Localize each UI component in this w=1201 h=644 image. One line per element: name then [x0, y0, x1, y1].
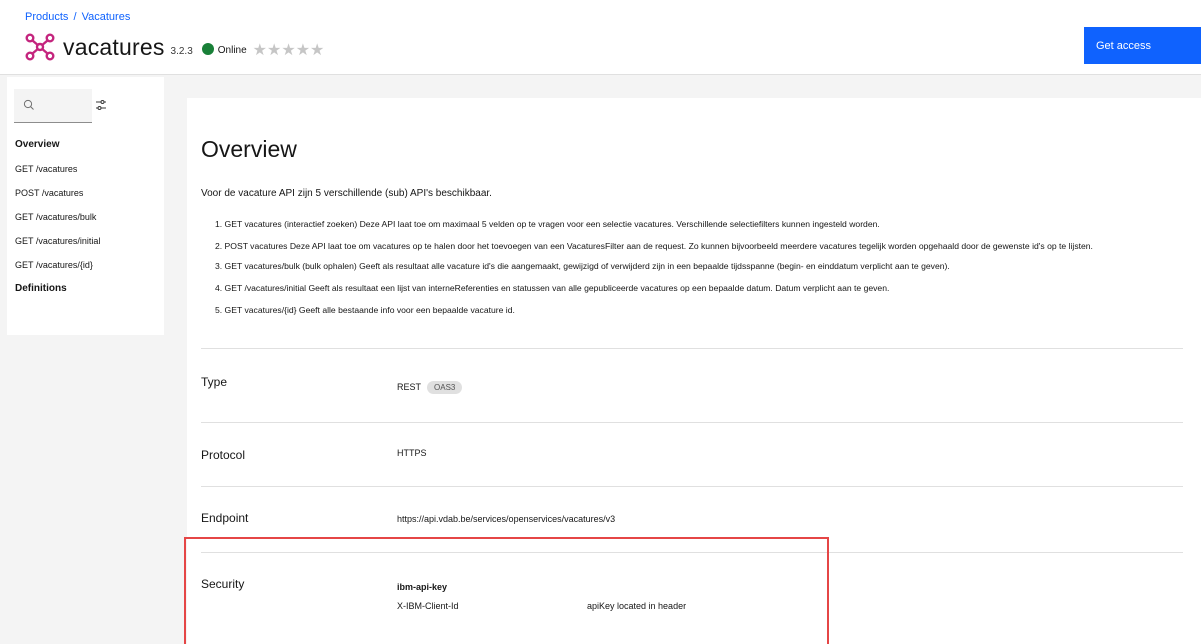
sidebar-item-get-vacatures-id[interactable]: GET /vacatures/{id}: [15, 259, 100, 283]
protocol-label: Protocol: [201, 448, 246, 462]
sidebar-item-overview[interactable]: Overview: [15, 139, 100, 163]
breadcrumb: Products / Vacatures: [25, 11, 130, 23]
search-input[interactable]: [14, 89, 92, 123]
status-text: Online: [217, 45, 247, 56]
sidebar-item-definitions[interactable]: Definitions: [15, 283, 100, 307]
protocol-value: HTTPS: [397, 448, 427, 458]
filter-icon[interactable]: [95, 99, 107, 111]
endpoint-row: Endpoint https://api.vdab.be/services/op…: [201, 486, 1183, 550]
list-item: 3. GET vacatures/bulk (bulk ophalen) Gee…: [215, 261, 950, 271]
type-value: REST OAS3: [397, 381, 463, 394]
rating-stars[interactable]: ★★★★★: [253, 40, 325, 59]
list-item: 4. GET /vacatures/initial Geeft als resu…: [215, 283, 890, 293]
sidebar-item-get-vacatures-initial[interactable]: GET /vacatures/initial: [15, 235, 100, 259]
list-item: 2. POST vacatures Deze API laat toe om v…: [215, 241, 1093, 251]
get-access-button[interactable]: Get access: [1084, 27, 1201, 64]
sidebar-item-post-vacatures[interactable]: POST /vacatures: [15, 187, 100, 211]
status-dot-icon: [201, 43, 214, 55]
breadcrumb-separator: /: [73, 11, 77, 23]
security-scheme: ibm-api-key: [397, 582, 448, 592]
header: Products / Vacatures vacatures 3.2.3 Onl…: [0, 0, 1201, 75]
api-list: 1. GET vacatures (interactief zoeken) De…: [215, 219, 1185, 327]
api-version: 3.2.3: [170, 45, 193, 57]
list-item: 5. GET vacatures/{id} Geeft alle bestaan…: [215, 305, 515, 315]
breadcrumb-products-link[interactable]: Products: [25, 11, 68, 23]
security-label: Security: [201, 577, 245, 591]
api-network-icon: [25, 33, 55, 61]
type-text: REST: [397, 382, 422, 392]
page-title: Overview: [201, 136, 297, 162]
security-header-name: X-IBM-Client-Id: [397, 601, 459, 611]
intro-text: Voor de vacature API zijn 5 verschillend…: [201, 188, 492, 199]
security-description: apiKey located in header: [587, 601, 687, 611]
type-label: Type: [201, 375, 228, 389]
type-row: Type REST OAS3: [201, 348, 1183, 422]
breadcrumb-current[interactable]: Vacatures: [82, 11, 131, 23]
main-content: Overview Voor de vacature API zijn 5 ver…: [187, 98, 1201, 644]
security-row: Security ibm-api-key X-IBM-Client-Id api…: [201, 552, 1183, 644]
sidebar-nav: Overview GET /vacatures POST /vacatures …: [15, 139, 100, 307]
endpoint-label: Endpoint: [201, 511, 249, 525]
sidebar: Overview GET /vacatures POST /vacatures …: [7, 77, 164, 335]
api-name: vacatures: [63, 33, 165, 60]
sidebar-item-get-vacatures-bulk[interactable]: GET /vacatures/bulk: [15, 211, 100, 235]
list-item: 1. GET vacatures (interactief zoeken) De…: [215, 219, 880, 229]
search-icon: [23, 99, 34, 110]
protocol-row: Protocol HTTPS: [201, 422, 1183, 486]
sidebar-item-get-vacatures[interactable]: GET /vacatures: [15, 163, 100, 187]
type-badge: OAS3: [427, 381, 463, 394]
api-title-row: vacatures 3.2.3 Online ★★★★★: [25, 33, 324, 61]
endpoint-value: https://api.vdab.be/services/openservice…: [397, 514, 616, 524]
